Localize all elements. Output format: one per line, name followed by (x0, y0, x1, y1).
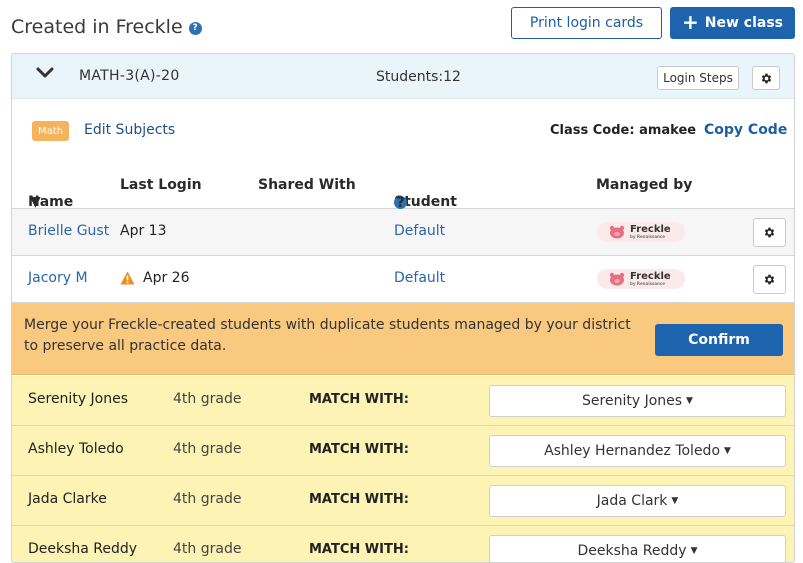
caret-down-icon: ▼ (686, 396, 693, 406)
match-student-name: Jada Clarke (28, 491, 107, 507)
login-steps-button[interactable]: Login Steps (657, 66, 739, 90)
freckle-pig-icon (609, 225, 625, 239)
managed-by-badge: Freckle by Renaissance (597, 222, 685, 242)
class-settings-button[interactable] (752, 66, 780, 90)
column-shared-with-header: Shared With (258, 177, 356, 193)
class-name: MATH-3(A)-20 (79, 68, 180, 84)
subject-badge-math: Math (32, 121, 69, 141)
match-student-name: Ashley Toledo (28, 441, 124, 457)
copy-code-link[interactable]: Copy Code (704, 122, 787, 138)
match-student-grade: 4th grade (173, 541, 242, 557)
caret-down-icon: ▼ (724, 446, 731, 456)
page-title-text: Created in Freckle (11, 16, 183, 38)
merge-banner: Merge your Freckle-created students with… (12, 303, 794, 375)
edit-subjects-link[interactable]: Edit Subjects (84, 122, 175, 138)
match-select-value: Deeksha Reddy (577, 543, 687, 559)
class-code: Class Code: amakee (550, 123, 697, 138)
last-login: Apr 26 (143, 270, 190, 286)
match-select-dropdown[interactable]: Jada Clark ▼ (489, 485, 786, 517)
student-name-link[interactable]: Brielle Gust (28, 223, 109, 239)
match-with-label: MATCH WITH: (309, 392, 409, 407)
new-class-label: New class (704, 15, 783, 31)
print-login-cards-button[interactable]: Print login cards (511, 7, 662, 39)
match-row: Deeksha Reddy 4th grade MATCH WITH: Deek… (12, 526, 794, 562)
help-icon[interactable]: ? (188, 21, 202, 35)
column-last-login-header: Last Login (120, 177, 202, 193)
confirm-button[interactable]: Confirm (655, 324, 783, 356)
match-row: Ashley Toledo 4th grade MATCH WITH: Ashl… (12, 426, 794, 476)
chevron-down-icon[interactable] (36, 67, 54, 79)
freckle-logo: Freckle by Renaissance (630, 271, 671, 286)
students-count: Students:12 (376, 69, 461, 85)
match-select-dropdown[interactable]: Serenity Jones ▼ (489, 385, 786, 417)
subject-row: Math Edit Subjects Class Code: amakee Co… (12, 100, 794, 160)
caret-down-icon: ▼ (690, 546, 698, 556)
student-settings-link[interactable]: Default (394, 270, 445, 286)
match-select-value: Serenity Jones (582, 393, 683, 409)
match-row: Jada Clarke 4th grade MATCH WITH: Jada C… (12, 476, 794, 526)
match-student-grade: 4th grade (173, 491, 242, 507)
student-name-link[interactable]: Jacory M (28, 270, 88, 286)
student-settings-button[interactable] (753, 218, 786, 247)
gear-icon (764, 274, 775, 285)
match-select-value: Ashley Hernandez Toledo (544, 443, 721, 459)
match-student-name: Serenity Jones (28, 391, 129, 407)
student-settings-button[interactable] (753, 265, 786, 294)
table-row: Jacory M Apr 26 Default Freckle by Renais… (12, 256, 794, 303)
class-panel: MATH-3(A)-20 Students:12 Login Steps Mat… (11, 53, 795, 563)
gear-icon (764, 227, 775, 238)
last-login: Apr 13 (120, 223, 167, 239)
sort-caret-icon: ▼ (30, 194, 41, 210)
table-header: Name▼ Last Login Shared With Student Set… (12, 160, 794, 226)
match-select-dropdown[interactable]: Deeksha Reddy ▼ (489, 535, 786, 562)
warning-icon (120, 271, 135, 285)
match-student-grade: 4th grade (173, 441, 242, 457)
caret-down-icon: ▼ (671, 496, 679, 506)
table-row: Brielle Gust Apr 13 Default Freckle by Re… (12, 209, 794, 256)
gear-icon (761, 73, 771, 83)
column-managed-by-header: Managed by (596, 177, 693, 193)
managed-by-badge: Freckle by Renaissance (597, 269, 685, 289)
match-with-label: MATCH WITH: (309, 442, 409, 457)
match-with-label: MATCH WITH: (309, 492, 409, 507)
match-row: Serenity Jones 4th grade MATCH WITH: Ser… (12, 376, 794, 426)
class-header: MATH-3(A)-20 Students:12 Login Steps (12, 54, 794, 99)
new-class-button[interactable]: + New class (670, 7, 795, 39)
help-icon[interactable]: ? (394, 196, 407, 210)
match-select-dropdown[interactable]: Ashley Hernandez Toledo ▼ (489, 435, 786, 467)
merge-message: Merge your Freckle-created students with… (24, 317, 631, 354)
plus-icon: + (682, 10, 699, 34)
student-settings-link[interactable]: Default (394, 223, 445, 239)
match-select-value: Jada Clark (596, 493, 668, 509)
match-student-name: Deeksha Reddy (28, 541, 138, 557)
freckle-pig-icon (609, 272, 625, 286)
match-student-grade: 4th grade (173, 391, 242, 407)
page-title: Created in Freckle ? (11, 16, 202, 38)
freckle-logo: Freckle by Renaissance (630, 224, 671, 239)
